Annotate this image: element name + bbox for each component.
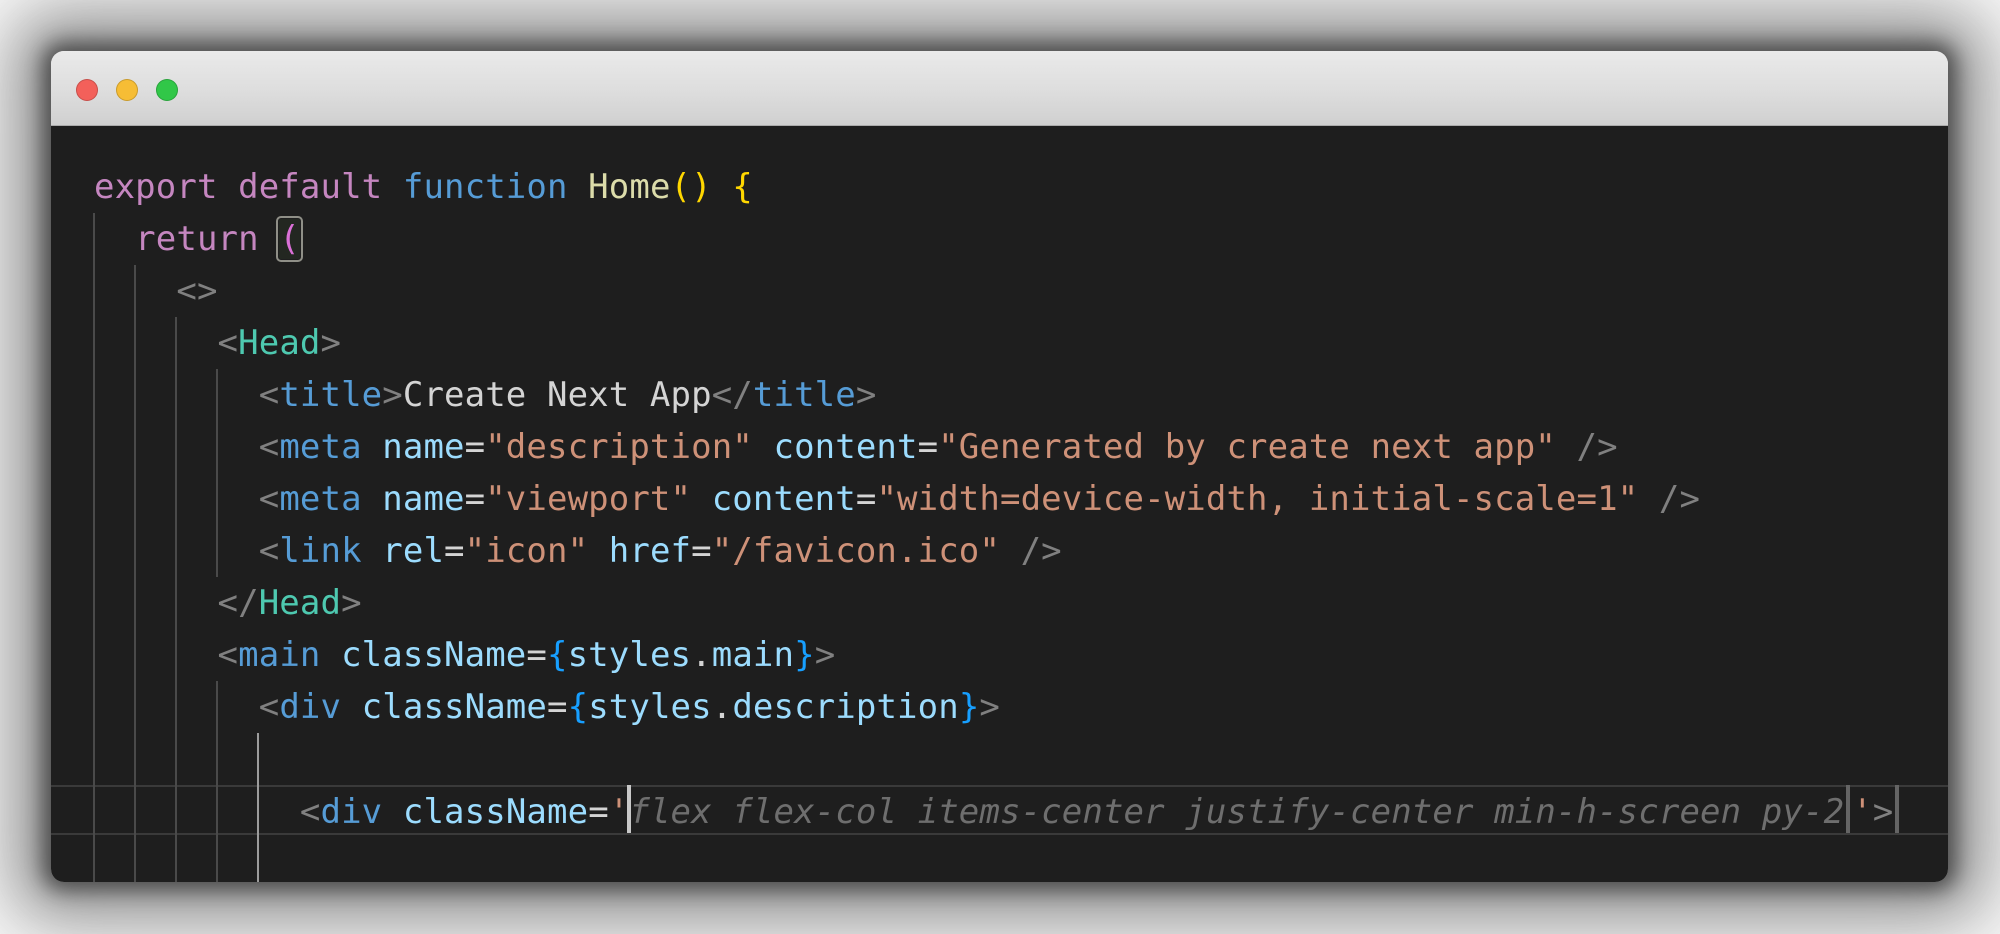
code-token: meta bbox=[279, 479, 361, 519]
code-token: /> bbox=[1556, 427, 1618, 467]
code-token: Head bbox=[238, 323, 320, 363]
code-token: > bbox=[856, 375, 877, 415]
code-line[interactable]: </Head> bbox=[94, 577, 1901, 629]
code-token: description bbox=[732, 687, 959, 727]
code-line[interactable]: <meta name="viewport" content="width=dev… bbox=[94, 473, 1901, 525]
code-token: "description" bbox=[485, 427, 753, 467]
code-token: content bbox=[691, 479, 856, 519]
code-token: title bbox=[279, 375, 382, 415]
code-token: meta bbox=[279, 427, 361, 467]
code-token: > bbox=[321, 323, 342, 363]
code-token: > bbox=[1873, 792, 1894, 832]
code-token: < bbox=[94, 479, 279, 519]
code-line[interactable]: <div className={styles.description}> bbox=[94, 681, 1901, 733]
code-line[interactable]: <meta name="description" content="Genera… bbox=[94, 421, 1901, 473]
code-token: div bbox=[321, 792, 383, 832]
code-token: /> bbox=[1000, 531, 1062, 571]
code-token: > bbox=[815, 635, 836, 675]
code-token: ' bbox=[609, 792, 630, 832]
code-token: title bbox=[753, 375, 856, 415]
code-token: = bbox=[856, 479, 877, 519]
code-token: < bbox=[94, 687, 279, 727]
code-token: href bbox=[588, 531, 691, 571]
code-token: className bbox=[321, 635, 527, 675]
code-token: = bbox=[588, 792, 609, 832]
code-line[interactable] bbox=[94, 837, 1901, 882]
code-line[interactable]: <link rel="icon" href="/favicon.ico" /> bbox=[94, 525, 1901, 577]
code-token: { bbox=[568, 687, 589, 727]
marker-bar bbox=[1846, 785, 1850, 833]
code-token: < bbox=[94, 792, 321, 832]
code-token: div bbox=[279, 687, 341, 727]
editor-window: export default function Home() { return … bbox=[51, 51, 1948, 882]
code-token: </ bbox=[94, 583, 259, 623]
code-token: content bbox=[753, 427, 918, 467]
marker-bar bbox=[1895, 785, 1899, 833]
code-line[interactable]: <main className={styles.main}> bbox=[94, 629, 1901, 681]
code-token: name bbox=[362, 427, 465, 467]
code-token: main bbox=[238, 635, 320, 675]
code-token: ( bbox=[279, 219, 300, 259]
code-line[interactable]: <div className='flex flex-col items-cent… bbox=[94, 785, 1901, 837]
zoom-button[interactable] bbox=[156, 79, 178, 101]
code-token: "/favicon.ico" bbox=[712, 531, 1000, 571]
code-token: <> bbox=[94, 271, 218, 311]
code-token: function bbox=[403, 167, 588, 207]
code-token: </ bbox=[712, 375, 753, 415]
code-editor[interactable]: export default function Home() { return … bbox=[51, 126, 1948, 882]
code-token: export default bbox=[94, 167, 403, 207]
code-token: = bbox=[526, 635, 547, 675]
code-token: < bbox=[94, 427, 279, 467]
code-token: . bbox=[691, 635, 712, 675]
code-token: } bbox=[959, 687, 980, 727]
code-token: = bbox=[691, 531, 712, 571]
code-token: > bbox=[382, 375, 403, 415]
code-token: () { bbox=[671, 167, 753, 207]
code-token: = bbox=[547, 687, 568, 727]
code-token: className bbox=[382, 792, 588, 832]
code-line[interactable]: <title>Create Next App</title> bbox=[94, 369, 1901, 421]
code-token: "Generated by create next app" bbox=[938, 427, 1556, 467]
code-token: "icon" bbox=[465, 531, 589, 571]
code-token: Home bbox=[588, 167, 670, 207]
titlebar[interactable] bbox=[51, 51, 1948, 126]
code-token: name bbox=[362, 479, 465, 519]
code-token: = bbox=[465, 427, 486, 467]
minimize-button[interactable] bbox=[116, 79, 138, 101]
code-token: link bbox=[279, 531, 361, 571]
code-token: /> bbox=[1638, 479, 1700, 519]
code-line[interactable] bbox=[94, 733, 1901, 785]
code-line[interactable]: export default function Home() { bbox=[94, 161, 1901, 213]
code-token: < bbox=[94, 323, 238, 363]
code-line[interactable]: <> bbox=[94, 265, 1901, 317]
code-token: className bbox=[341, 687, 547, 727]
code-token: < bbox=[94, 531, 279, 571]
code-token: < bbox=[94, 375, 279, 415]
code-token: > bbox=[341, 583, 362, 623]
code-token: = bbox=[444, 531, 465, 571]
code-token: Head bbox=[259, 583, 341, 623]
code-token: "viewport" bbox=[485, 479, 691, 519]
code-token: { bbox=[547, 635, 568, 675]
code-token: = bbox=[918, 427, 939, 467]
code-token: = bbox=[465, 479, 486, 519]
close-button[interactable] bbox=[76, 79, 98, 101]
code-line[interactable]: <Head> bbox=[94, 317, 1901, 369]
code-token: return bbox=[94, 219, 279, 259]
code-token: styles bbox=[588, 687, 712, 727]
code-token: rel bbox=[362, 531, 444, 571]
ghost-text-suggestion: flex flex-col items-center justify-cente… bbox=[629, 792, 1844, 832]
code-token: > bbox=[979, 687, 1000, 727]
code-token: ' bbox=[1852, 792, 1873, 832]
code-token: main bbox=[712, 635, 794, 675]
code-area: export default function Home() { return … bbox=[94, 161, 1901, 882]
code-token: } bbox=[794, 635, 815, 675]
code-token: < bbox=[94, 635, 238, 675]
code-token: "width=device-width, initial-scale=1" bbox=[876, 479, 1638, 519]
code-line[interactable]: return ( bbox=[94, 213, 1901, 265]
code-token: Create Next App bbox=[403, 375, 712, 415]
code-token: . bbox=[712, 687, 733, 727]
code-token: styles bbox=[568, 635, 692, 675]
